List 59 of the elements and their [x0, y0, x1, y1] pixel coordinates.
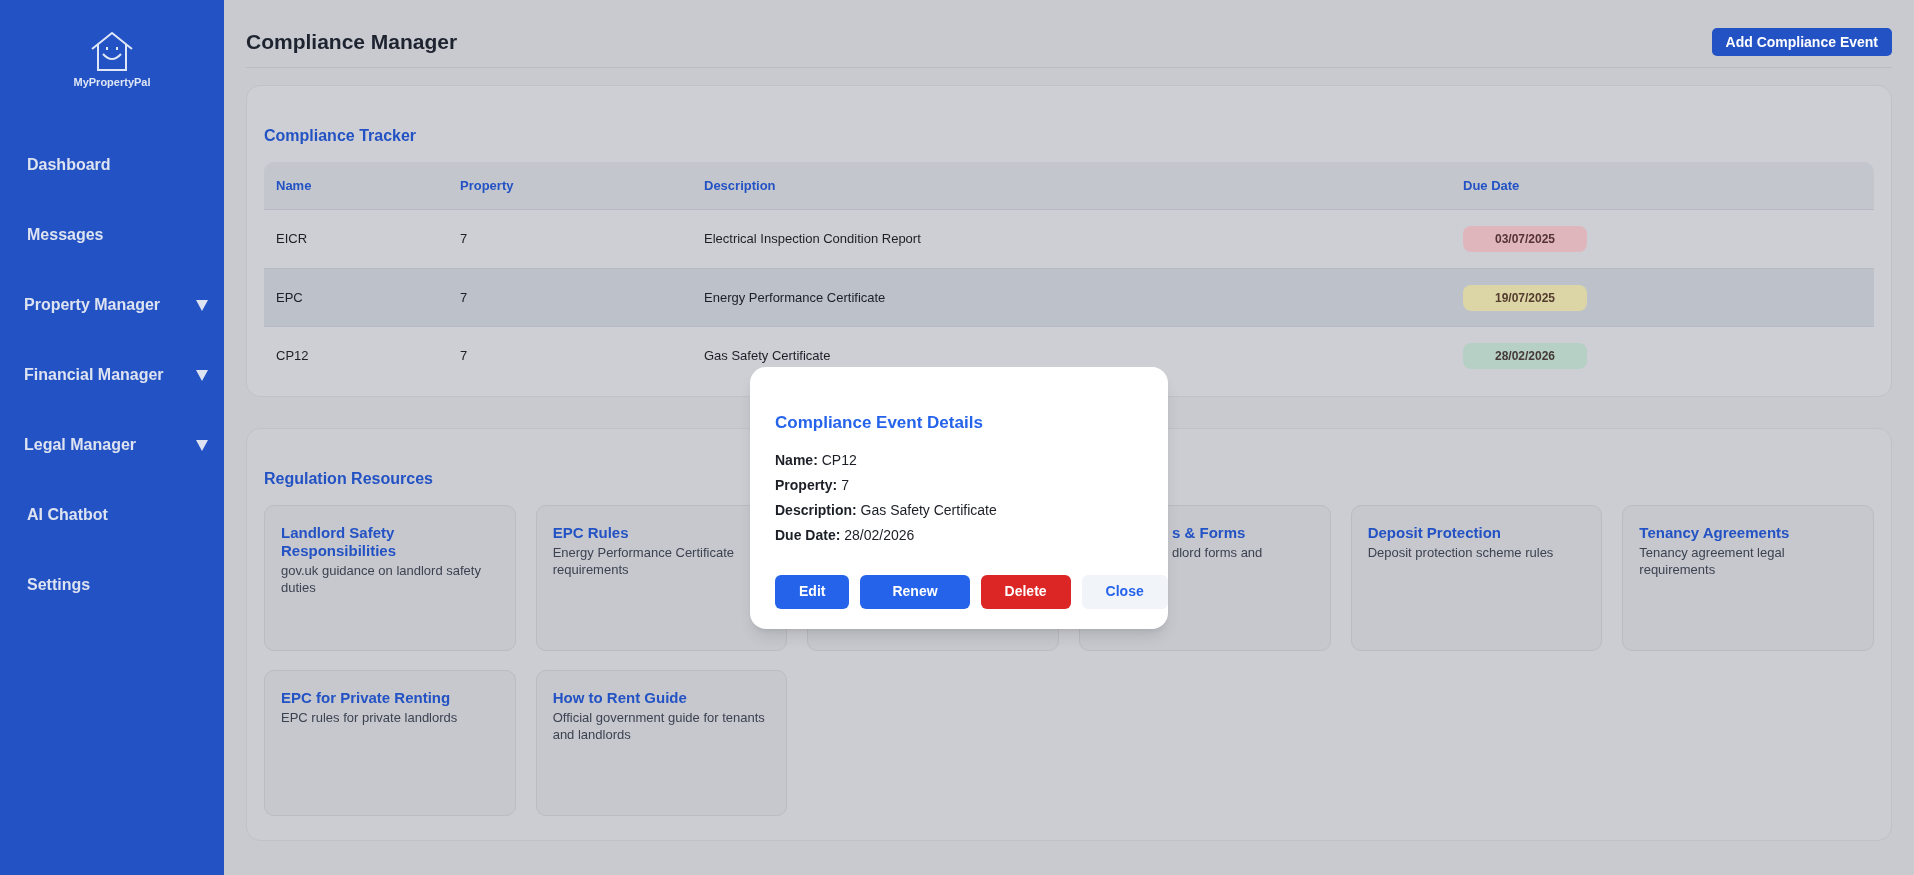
card-title: Tenancy Agreements — [1639, 524, 1791, 542]
resource-card[interactable]: Tenancy Agreements Tenancy agreement legal requirements — [1622, 505, 1874, 651]
column-header: Property — [459, 176, 515, 195]
card-description: gov.uk guidance on landlord safety duties — [281, 562, 482, 596]
table-cell-text: 7 — [459, 346, 469, 365]
resource-card[interactable]: EPC for Private Renting EPC rules for private landlords — [264, 670, 516, 816]
dialog-button[interactable]: Delete — [980, 574, 1071, 609]
table-cell-text: Gas Safety Certificate — [703, 346, 832, 365]
column-header: Description — [703, 176, 777, 195]
table-row[interactable]: EPC 7 Energy Performance Certificate 19/07/2025 — [264, 268, 1874, 326]
dialog-title: Compliance Event Details — [775, 412, 984, 434]
detail-line: Property: 7 — [775, 475, 850, 495]
resource-card[interactable]: Landlord Safety Responsibilities gov.uk guidance on landlord safety duties — [264, 505, 516, 651]
sidebar-item[interactable]: Messages — [0, 200, 224, 270]
sidebar-item[interactable]: Settings — [0, 550, 224, 620]
card-description: Energy Performance Certificate requirements — [552, 544, 735, 578]
resource-card[interactable]: Deposit Protection Deposit protection scheme rules — [1350, 505, 1603, 651]
card-description: Official government guide for tenants and landlords — [552, 709, 766, 743]
caret-icon — [196, 369, 208, 381]
sidebar-item[interactable]: AI Chatbot — [0, 480, 224, 550]
dialog-button[interactable]: Edit — [775, 574, 850, 609]
card-title: Deposit Protection — [1367, 524, 1502, 542]
table-cell-text: 7 — [459, 288, 469, 307]
dialog-button[interactable]: Renew — [860, 574, 970, 609]
card-title: s & Forms — [1172, 524, 1247, 542]
section-title: Regulation Resources — [264, 469, 433, 489]
card-description: dlord forms and — [1172, 544, 1264, 561]
detail-line: Name: CP12 — [775, 450, 858, 470]
card-title: EPC Rules — [552, 524, 630, 542]
table-cell-text: Energy Performance Certificate — [703, 288, 887, 307]
sidebar-item[interactable]: Property Manager — [0, 270, 224, 340]
table-cell-text: Electrical Inspection Condition Report — [703, 230, 922, 249]
card-description: Deposit protection scheme rules — [1367, 544, 1555, 561]
caret-icon — [196, 439, 208, 451]
logo-text: MyPropertyPal — [73, 75, 151, 90]
sidebar-item[interactable]: Dashboard — [0, 130, 224, 200]
card-title: EPC for Private Renting — [281, 689, 452, 707]
resource-card[interactable]: How to Rent Guide Official government guide for tenants and landlords — [535, 670, 788, 816]
due-date-badge: 03/07/2025 — [1463, 226, 1587, 252]
column-header: Name — [275, 176, 313, 195]
sidebar-item[interactable]: Financial Manager — [0, 340, 224, 410]
section-title: Compliance Tracker — [264, 126, 418, 146]
table-cell-text: EPC — [275, 288, 304, 307]
house-smiley-icon — [89, 30, 135, 72]
sidebar-item[interactable]: Legal Manager — [0, 410, 224, 480]
card-description: EPC rules for private landlords — [281, 709, 459, 726]
table-cell-text: EICR — [275, 230, 309, 249]
card-title: How to Rent Guide — [552, 689, 688, 707]
table-cell-text: CP12 — [275, 346, 310, 365]
due-date-badge: 28/02/2026 — [1463, 342, 1587, 369]
page-title: Compliance Manager — [246, 29, 458, 56]
column-header: Due Date — [1462, 176, 1521, 195]
add-event-button[interactable]: Add Compliance Event — [1711, 28, 1892, 56]
card-description: Tenancy agreement legal requirements — [1639, 544, 1786, 578]
card-title: Landlord Safety Responsibilities — [281, 524, 398, 560]
due-date-badge: 19/07/2025 — [1463, 284, 1587, 311]
caret-icon — [196, 299, 208, 311]
dialog-button[interactable]: Close — [1081, 574, 1168, 609]
table-cell-text: 7 — [459, 230, 469, 249]
